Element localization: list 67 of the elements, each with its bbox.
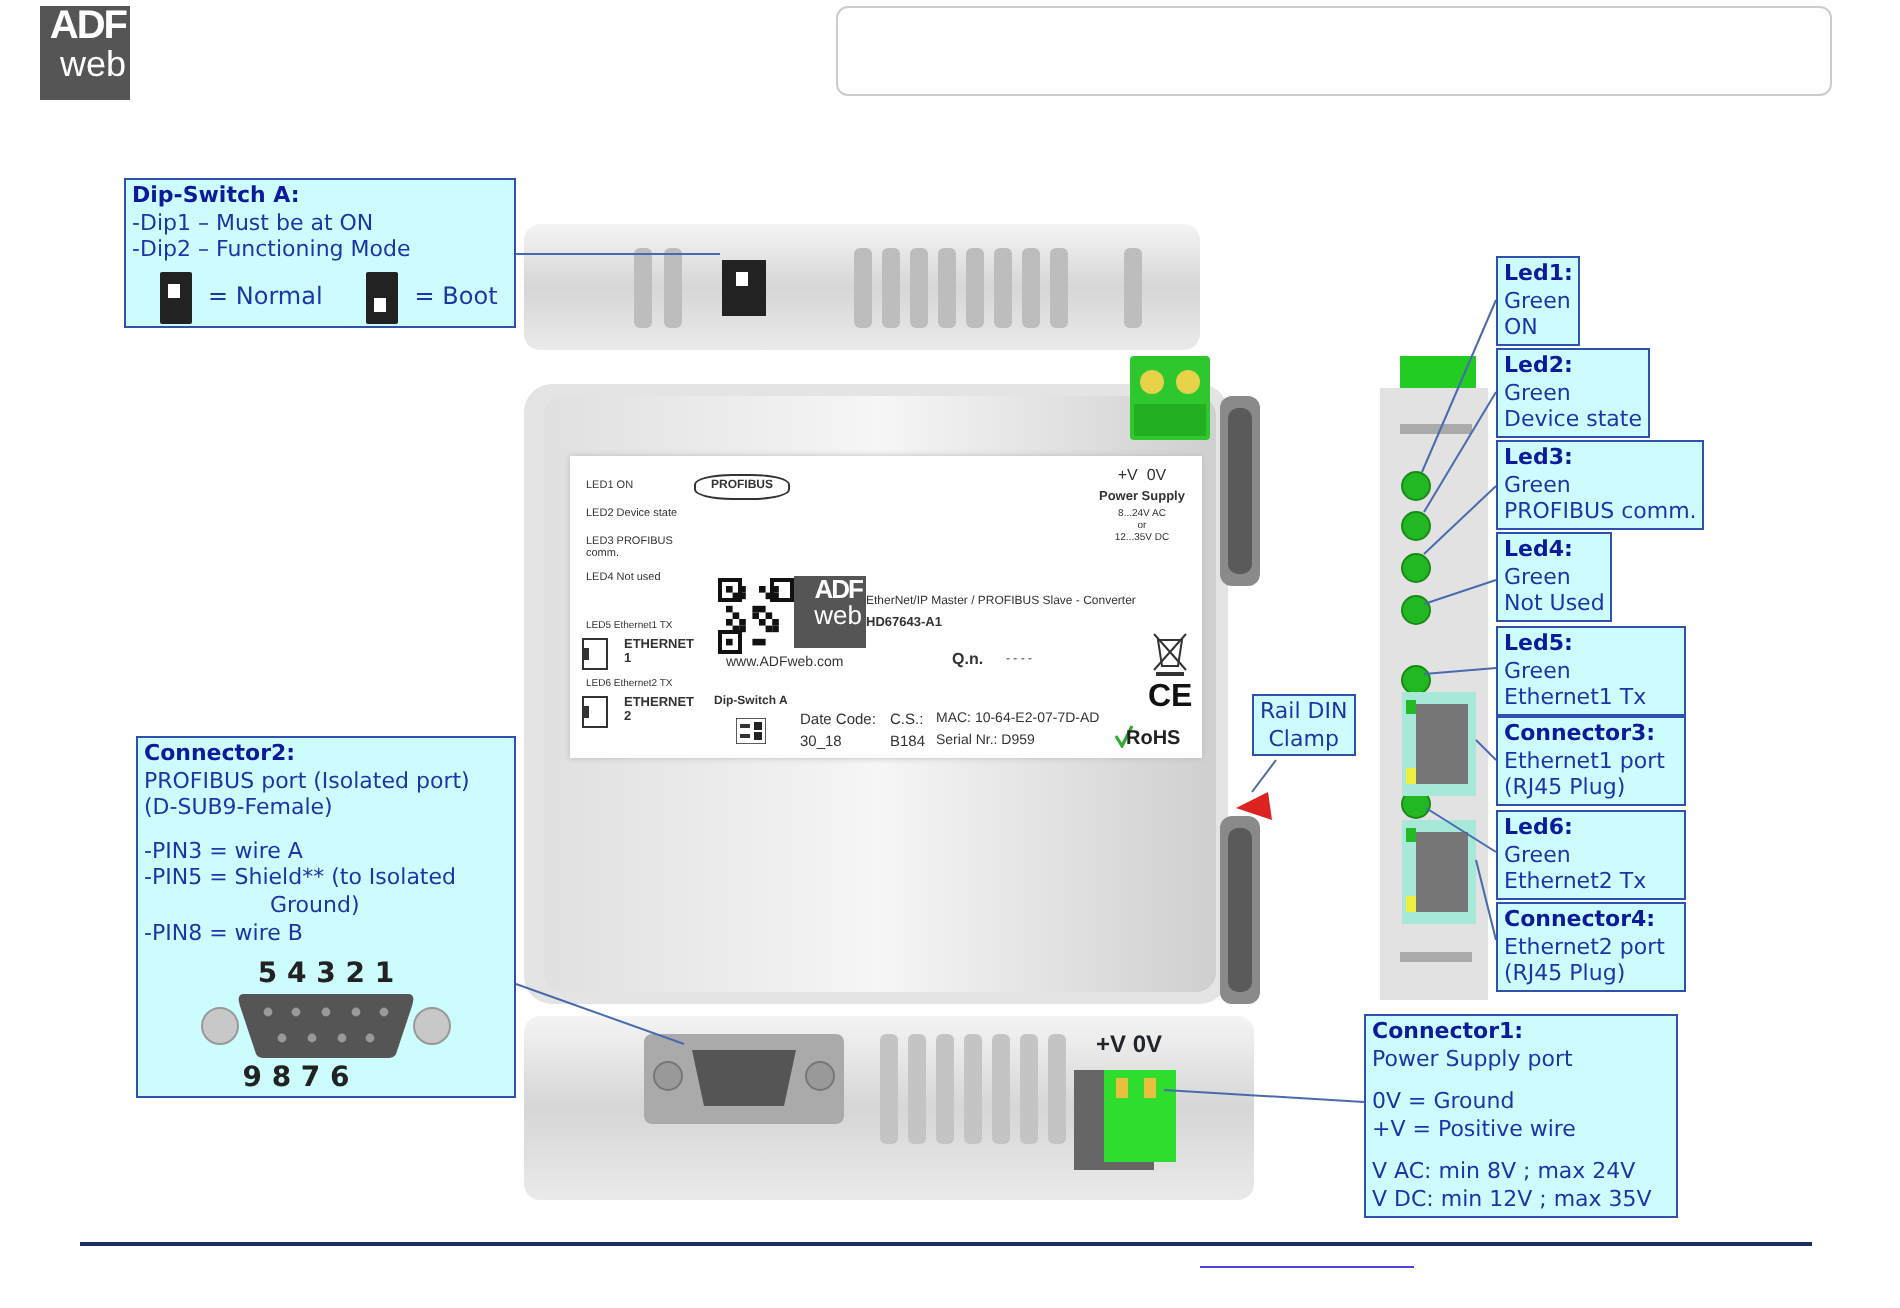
callout-title: Led5: [1504,630,1575,658]
leader-line [1425,807,1497,853]
callout-text: Ethernet2 Tx [1504,868,1649,896]
callout-text: 0V = Ground [1372,1088,1517,1116]
leader-line [1423,579,1497,605]
callout-text: PROFIBUS comm. [1504,498,1697,526]
power-terminal-label: +V 0V [1096,1032,1163,1056]
callout-text: Green [1504,287,1573,315]
callout-text: -PIN3 = wire A [144,837,305,865]
callout-title: Connector2: [144,740,298,768]
logo-wordmark: ADF [49,6,126,46]
leader-line [1475,739,1497,761]
callout-text: +V = Positive wire [1372,1115,1578,1143]
label-logo-wordmark: ADF [814,576,862,602]
rail-clamp-icon [1236,792,1272,820]
callout-text: Clamp [1266,725,1341,753]
callout-title: Led3: [1504,444,1575,472]
dip-switch-icon [736,718,766,744]
callout-text: PROFIBUS port (Isolated port) [144,767,472,795]
callout-text: -Dip2 – Functioning Mode [132,236,413,264]
callout-text: V DC: min 12V ; max 35V [1372,1185,1654,1214]
callout-text: (RJ45 Plug) [1504,774,1628,802]
callout-text: Green [1504,841,1573,869]
callout-text: Green [1504,657,1573,685]
rohs-mark: RoHS [1126,728,1181,750]
mode-label: = Normal [208,283,323,312]
callout-text: Green [1504,563,1573,591]
callout-title: Led1: [1504,260,1573,288]
callout-text: -Dip1 – Must be at ON [132,209,376,237]
callout-title: Led2: [1504,352,1575,380]
callout-text: Device state [1504,406,1642,434]
pin-numbers: 9 8 7 6 [240,1062,352,1095]
terminal-block [1130,356,1210,440]
callout-title: Led6: [1504,814,1575,842]
callout-text: Green [1504,471,1573,499]
callout-text: (RJ45 Plug) [1504,960,1628,988]
callout-text: Ethernet2 port [1504,933,1667,961]
callout-text: Power Supply port [1372,1045,1575,1073]
qn-label: Q.n. [952,652,984,670]
ethernet-port-icon [582,638,608,670]
callout-text: -PIN8 = wire B [144,919,305,947]
qr-code-icon [718,578,794,654]
callout-title: Led4: [1504,536,1575,564]
callout-title: Connector4: [1504,906,1658,934]
callout-text: Ethernet1 port [1504,747,1667,775]
callout-text: -PIN5 = Shield** (to Isolated Ground) [144,864,458,920]
callout-title: Dip-Switch A: [132,182,302,210]
pin-numbers: 5 4 3 2 1 [255,958,397,991]
callout-text: Rail DIN [1260,698,1348,726]
leader-line [1251,759,1277,793]
callout-title: Connector3: [1504,720,1658,748]
leader-line [1423,667,1497,675]
logo-subtitle: web [59,46,126,82]
recycle-bin-icon [1153,633,1187,676]
callout-text: Not Used [1504,590,1605,618]
callout-title: Connector1: [1372,1018,1526,1046]
callout-text: V AC: min 8V ; max 24V [1372,1158,1638,1186]
callout-text: (D-SUB9-Female) [144,794,335,822]
ethernet-port-icon [582,696,608,728]
callout-text: Green [1504,379,1573,407]
mode-label: = Boot [414,283,498,312]
label-logo-subtitle: web [814,602,862,628]
callout-text: ON [1504,314,1540,342]
callout-text: Ethernet1 Tx [1504,684,1649,712]
power-supply-text: +V 0V [1115,468,1169,486]
leader-line [1475,859,1497,941]
ce-mark: CE [1148,680,1193,716]
